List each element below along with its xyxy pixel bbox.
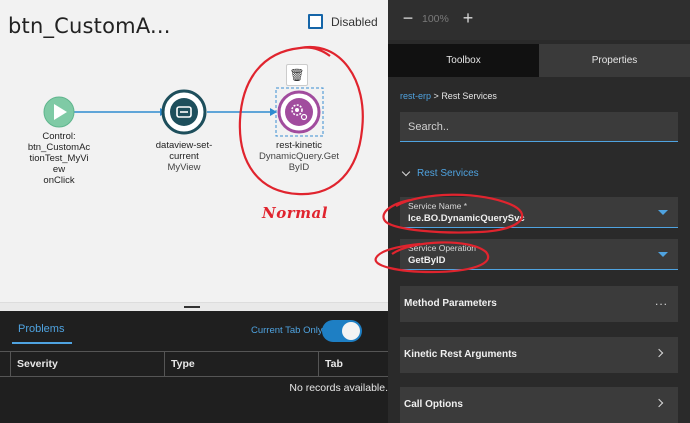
panel-tabs: Toolbox Properties	[388, 44, 690, 77]
dataview-label-line-2: current	[169, 151, 199, 162]
trash-icon: 🗑	[289, 68, 305, 82]
splitter-grip[interactable]	[184, 306, 200, 308]
current-tab-only-toggle[interactable]	[322, 320, 362, 342]
dropdown-arrow-icon	[658, 210, 668, 215]
method-parameters-row[interactable]: Method Parameters ...	[400, 286, 678, 322]
method-parameters-label: Method Parameters	[404, 298, 497, 309]
column-severity[interactable]: Severity	[10, 352, 164, 376]
kinetic-rest-arguments-row[interactable]: Kinetic Rest Arguments	[400, 337, 678, 373]
start-node[interactable]	[43, 96, 75, 128]
flow-canvas[interactable]: btn_CustomA... Disabled 🗑 Control: btn_C…	[0, 0, 388, 302]
column-type[interactable]: Type	[164, 352, 318, 376]
section-title: Rest Services	[417, 168, 479, 179]
zoom-level: 100%	[422, 13, 449, 25]
chevron-right-icon	[654, 348, 664, 358]
service-operation-dropdown[interactable]: Service Operation GetByID	[400, 239, 678, 270]
chevron-right-icon	[654, 398, 664, 408]
problems-panel: Problems Current Tab Only Severity Type …	[0, 311, 388, 423]
dataview-node-label: dataview-set- current MyView	[144, 140, 224, 173]
zoom-out-button[interactable]: −	[398, 8, 418, 28]
search-input[interactable]: Search..	[400, 112, 678, 142]
call-options-row[interactable]: Call Options	[400, 387, 678, 423]
service-name-label: Service Name *	[408, 201, 468, 211]
start-node-label: Control: btn_CustomAc tionTest_MyVi ew o…	[14, 131, 104, 186]
column-tab[interactable]: Tab	[318, 352, 388, 376]
zoom-bar: − 100% +	[388, 0, 690, 40]
tab-problems[interactable]: Problems	[18, 323, 64, 335]
start-label-line-2: btn_CustomAc	[27, 142, 91, 153]
rest-label-sub-2: ByID	[288, 162, 310, 173]
rest-kinetic-node-label: rest-kinetic DynamicQuery.Get ByID	[259, 140, 339, 173]
zoom-in-button[interactable]: +	[458, 8, 478, 28]
dataview-label-line-1: dataview-set-	[155, 140, 213, 151]
dataview-label-sub: MyView	[167, 162, 201, 173]
breadcrumb-current: Rest Services	[441, 91, 497, 101]
right-panel: − 100% + Toolbox Properties rest-erp > R…	[388, 0, 690, 423]
current-tab-only-label: Current Tab Only	[251, 325, 323, 336]
rest-label-line-1: rest-kinetic	[276, 140, 322, 151]
service-operation-value: GetByID	[408, 255, 446, 266]
dataview-node[interactable]	[161, 89, 207, 135]
chevron-down-icon	[401, 167, 411, 177]
start-label-line-5: onClick	[43, 175, 75, 186]
breadcrumb-separator: >	[433, 91, 439, 101]
service-name-value: Ice.BO.DynamicQuerySvc	[408, 213, 525, 224]
service-name-dropdown[interactable]: Service Name * Ice.BO.DynamicQuerySvc	[400, 197, 678, 228]
start-label-line-1: Control:	[42, 131, 76, 142]
section-rest-services[interactable]: Rest Services	[400, 167, 479, 179]
breadcrumb: rest-erp > Rest Services	[400, 91, 497, 101]
tab-problems-underline	[12, 342, 72, 344]
problems-table-header: Severity Type Tab	[0, 351, 388, 377]
delete-node-button[interactable]: 🗑	[286, 64, 308, 86]
rest-kinetic-node[interactable]	[275, 87, 324, 137]
rest-label-sub-1: DynamicQuery.Get	[259, 151, 340, 162]
service-operation-label: Service Operation	[408, 243, 477, 253]
no-records-message: No records available.	[289, 382, 388, 394]
annotation-normal: Normal	[262, 204, 328, 222]
breadcrumb-link-rest-erp[interactable]: rest-erp	[400, 91, 431, 101]
start-label-line-3: tionTest_MyVi	[29, 153, 89, 164]
panel-splitter[interactable]	[0, 302, 388, 311]
tab-properties[interactable]: Properties	[539, 44, 690, 77]
toggle-knob	[342, 322, 360, 340]
call-options-label: Call Options	[404, 399, 463, 410]
kinetic-rest-arguments-label: Kinetic Rest Arguments	[404, 349, 517, 360]
more-icon[interactable]: ...	[655, 294, 668, 308]
start-label-line-4: ew	[52, 164, 66, 175]
dropdown-arrow-icon	[658, 252, 668, 257]
tab-toolbox[interactable]: Toolbox	[388, 44, 539, 77]
